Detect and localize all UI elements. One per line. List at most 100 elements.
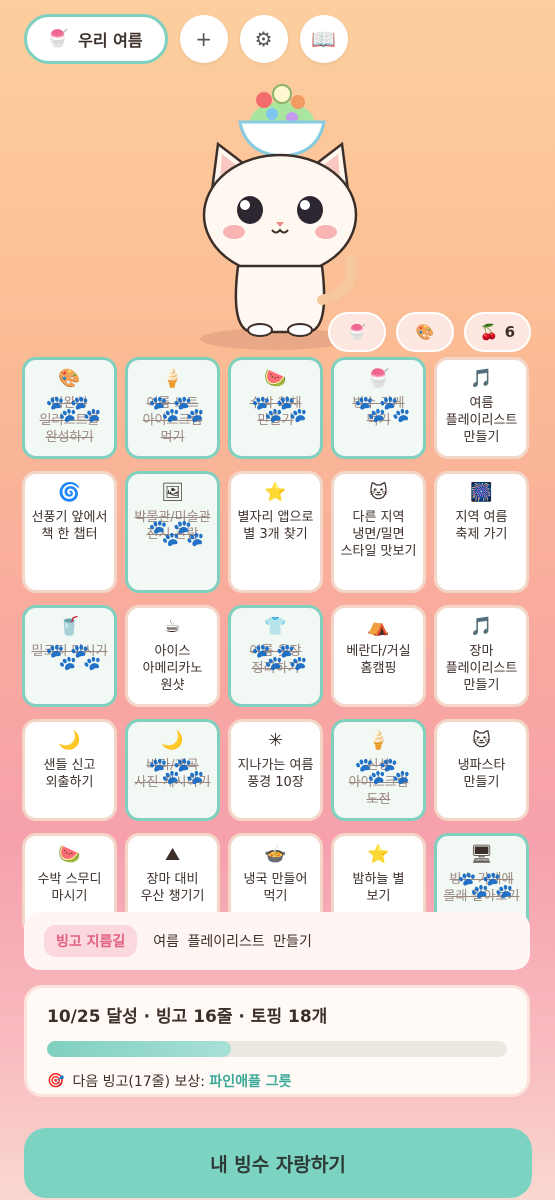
book-button[interactable]: 📖	[299, 15, 348, 63]
summer-title: 우리 여름	[78, 31, 143, 50]
bingo-cell[interactable]: 🍦 여름 노트 아이스크림 먹기 🐾🐾	[125, 357, 220, 459]
bingo-cell-label: 장마 플레이리스트 만들기	[445, 644, 518, 693]
bowl-topping-button[interactable]: 🍧	[327, 312, 386, 352]
bingo-cell-icon: 🎵	[470, 616, 493, 637]
bingo-cell[interactable]: 🐱 냉파스타 만들기	[434, 719, 529, 821]
bingo-cell-icon: ⛺	[367, 616, 390, 637]
settings-button[interactable]: ⚙	[239, 15, 288, 63]
paw-stamp-icon: 🐾🐾	[148, 394, 205, 425]
palette-icon: 🎨	[415, 323, 435, 341]
paw-stamp-icon: 🐾🐾	[148, 518, 205, 549]
bingo-cell-label: 베란다/거실 홈캠핑	[346, 644, 411, 676]
bingo-cell-label: 지나가는 여름 풍경 10장	[237, 758, 314, 790]
bingo-cell[interactable]: 🌙 샌들 신고 외출하기	[22, 719, 117, 821]
top-bar: 🍧 우리 여름 + ⚙ 📖	[24, 14, 348, 64]
bingo-cell[interactable]: 🍧 빙수 가게 먹기 🐾🐾	[331, 357, 426, 459]
cat-with-bingsu-illustration	[202, 84, 358, 337]
toppings-bar: 🍧 🎨 🍒 6	[327, 312, 531, 352]
add-button[interactable]: +	[179, 15, 228, 63]
bingo-cell-label: 장마 대비 우산 챙기기	[140, 872, 205, 904]
bingo-cell-icon: ⭐	[367, 844, 390, 865]
bingo-cell-icon: 🐱	[472, 730, 491, 751]
bingo-cell[interactable]: 🖼 박물관/미술관 전시 관람 🐾🐾	[125, 471, 220, 593]
bingo-cell-icon: ⛰	[164, 844, 181, 865]
bingo-cell[interactable]: 👕 여름 옷장 정리하기 🐾🐾	[228, 605, 323, 707]
bingo-cell-icon: 🌙	[58, 730, 81, 751]
bingo-cell[interactable]: 🎵 장마 플레이리스트 만들기	[434, 605, 529, 707]
bingo-cell-icon: 👕	[264, 616, 287, 637]
target-icon: 🎯	[47, 1073, 65, 1089]
paw-stamp-icon: 🐾🐾	[354, 756, 411, 787]
paw-stamp-icon: 🐾🐾	[45, 394, 102, 425]
bingo-cell-icon: 🍲	[264, 844, 287, 865]
plus-icon: +	[195, 27, 212, 51]
progress-summary: 10/25 달성 · 빙고 16줄 · 토핑 18개	[47, 1007, 328, 1027]
bingo-cell[interactable]: 🌙 바다/계곡 사진 게시하기 🐾🐾	[125, 719, 220, 821]
paw-stamp-icon: 🐾🐾	[148, 756, 205, 787]
bingo-cell-icon: 🐱	[369, 482, 388, 503]
bingo-cell-icon: 🎨	[58, 368, 81, 389]
bingo-cell-label: 냉파스타 만들기	[457, 758, 506, 790]
gear-icon: ⚙	[254, 27, 273, 51]
bingo-cell-icon: 🍉	[58, 844, 81, 865]
bingo-cell[interactable]: 🍉 수박 화채 만들기 🐾🐾	[228, 357, 323, 459]
bingo-cell-icon: 🍦	[367, 730, 390, 751]
summer-title-pill[interactable]: 🍧 우리 여름	[24, 14, 168, 64]
bingo-cell-label: 샌들 신고 외출하기	[43, 758, 96, 790]
bingo-cell[interactable]: 🎵 여름 플레이리스트 만들기	[434, 357, 529, 459]
bingo-cell[interactable]: 🥤 밀크티 마시기 🐾🐾	[22, 605, 117, 707]
bingo-cell-label: 수박 스무디 마시기	[37, 872, 102, 904]
bingo-shortcut[interactable]: 빙고 지름길 여름 플레이리스트 만들기	[24, 912, 530, 970]
bingo-cell-icon: 🍉	[264, 368, 287, 389]
bingo-cell[interactable]: ☕ 아이스 아메리카노 원샷	[125, 605, 220, 707]
next-reward-label: 다음 빙고(17줄) 보상:	[72, 1074, 210, 1090]
bingo-cell-icon: 🖥	[470, 844, 493, 865]
bingo-cell[interactable]: 🌀 선풍기 앞에서 책 한 챕터	[22, 471, 117, 593]
bingo-cell-label: 다른 지역 냉면/밀면 스타일 맛보기	[340, 510, 417, 559]
bingo-cell[interactable]: ✳ 지나가는 여름 풍경 10장	[228, 719, 323, 821]
bingo-cell-label: 선풍기 앞에서 책 한 챕터	[31, 510, 108, 542]
bingo-cell[interactable]: 🎨 미완성 일러스트를 완성하기 🐾🐾	[22, 357, 117, 459]
bingo-cell-icon: ✳	[267, 730, 284, 751]
next-reward-value: 파인애플 그릇	[209, 1074, 292, 1090]
progress-bar	[47, 1041, 507, 1057]
palette-topping-button[interactable]: 🎨	[395, 312, 454, 352]
paw-stamp-icon: 🐾🐾	[45, 642, 102, 673]
bingo-cell[interactable]: 🍦 신상 아이스크림 도전 🐾🐾	[331, 719, 426, 821]
paw-stamp-icon: 🐾🐾	[251, 394, 308, 425]
paw-stamp-icon: 🐾🐾	[457, 870, 514, 901]
bingo-cell-label: 아이스 아메리카노 원샷	[142, 644, 203, 693]
paw-stamp-icon: 🐾🐾	[251, 642, 308, 673]
cherry-icon: 🍒	[479, 323, 499, 341]
bingo-cell-icon: 🌙	[161, 730, 184, 751]
shaved-ice-icon: 🍧	[47, 29, 69, 49]
bingo-cell[interactable]: 🎆 지역 여름 축제 가기	[434, 471, 529, 593]
bingo-cell-icon: 🎆	[470, 482, 493, 503]
bingo-cell-label: 냉국 만들어 먹기	[243, 872, 308, 904]
book-icon: 📖	[311, 27, 337, 51]
shortcut-text: 여름 플레이리스트 만들기	[153, 934, 312, 950]
bingo-cell-icon: 🍦	[161, 368, 184, 389]
bingo-cell-label: 지역 여름 축제 가기	[455, 510, 508, 542]
bingo-cell-icon: 🌀	[58, 482, 81, 503]
progress-card: 10/25 달성 · 빙고 16줄 · 토핑 18개 🎯 다음 빙고(17줄) …	[24, 985, 530, 1097]
progress-fill	[47, 1041, 231, 1057]
bingo-cell-icon: ☕	[164, 616, 181, 637]
next-reward: 🎯 다음 빙고(17줄) 보상: 파인애플 그릇	[47, 1071, 507, 1091]
bingo-cell-icon: ⭐	[264, 482, 287, 503]
bingsu-bowl-icon: 🍧	[347, 323, 367, 341]
cherry-topping-button[interactable]: 🍒 6	[463, 312, 531, 352]
bingo-cell[interactable]: 🐱 다른 지역 냉면/밀면 스타일 맛보기	[331, 471, 426, 593]
paw-stamp-icon: 🐾🐾	[354, 394, 411, 425]
shortcut-badge: 빙고 지름길	[44, 925, 138, 957]
cherry-count: 6	[504, 323, 515, 341]
bingo-cell-icon: 🎵	[470, 368, 493, 389]
bingo-grid: 🎨 미완성 일러스트를 완성하기 🐾🐾 🍦 여름 노트 아이스크림 먹기 🐾🐾 🍉 수박 화채…	[22, 357, 532, 935]
bingo-cell-icon: 🥤	[58, 616, 81, 637]
bingo-cell-icon: 🍧	[367, 368, 390, 389]
bingo-cell-label: 밤하늘 별 보기	[352, 872, 405, 904]
share-bingsu-button[interactable]: 내 빙수 자랑하기	[24, 1128, 532, 1198]
bingo-cell-label: 별자리 앱으로 별 3개 찾기	[237, 510, 314, 542]
bingo-cell[interactable]: ⛺ 베란다/거실 홈캠핑	[331, 605, 426, 707]
bingo-cell[interactable]: ⭐ 별자리 앱으로 별 3개 찾기	[228, 471, 323, 593]
